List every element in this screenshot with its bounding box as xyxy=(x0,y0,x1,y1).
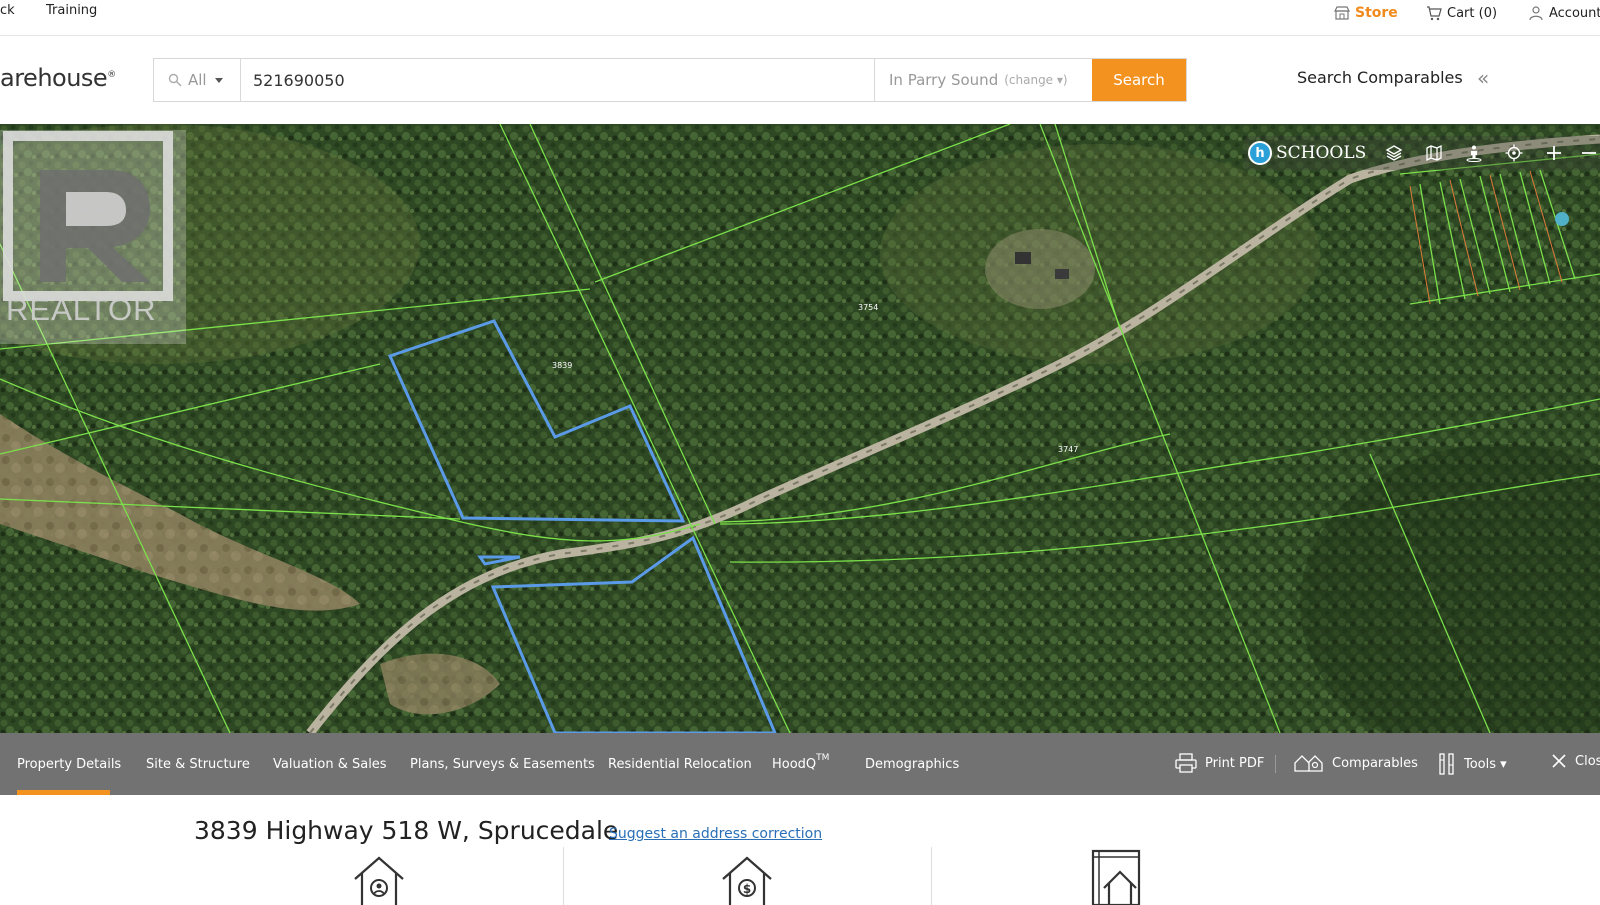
search-button[interactable]: Search xyxy=(1092,59,1186,101)
site-plan-icon[interactable] xyxy=(1090,848,1142,905)
tab-site-structure[interactable]: Site & Structure xyxy=(146,757,250,772)
cart-label: Cart (0) xyxy=(1447,5,1498,21)
house-owner-icon[interactable] xyxy=(352,855,406,905)
clearing-area xyxy=(880,144,1320,364)
house-value-icon[interactable]: $ xyxy=(720,855,774,905)
cart-link[interactable]: Cart (0) xyxy=(1426,5,1497,21)
layers-button[interactable] xyxy=(1374,136,1414,170)
svg-text:$: $ xyxy=(743,882,751,896)
location-selector[interactable]: In Parry Sound (change ▾) xyxy=(874,59,1092,101)
collapse-panel-icon[interactable]: « xyxy=(1477,66,1489,90)
basemap-button[interactable] xyxy=(1414,136,1454,170)
property-tab-bar: Property Details Site & Structure Valuat… xyxy=(0,733,1600,795)
user-icon xyxy=(1529,6,1543,21)
close-button[interactable]: Clos xyxy=(1551,753,1600,769)
tab-residential-relocation[interactable]: Residential Relocation xyxy=(608,757,752,772)
change-location-link[interactable]: (change ▾) xyxy=(1004,73,1067,87)
print-pdf-button[interactable]: Print PDF xyxy=(1175,753,1264,773)
tools-label: Tools ▾ xyxy=(1464,756,1507,772)
geowarehouse-logo[interactable]: arehouse® xyxy=(0,64,116,92)
store-link[interactable]: Store xyxy=(1334,5,1398,21)
tab-valuation-sales[interactable]: Valuation & Sales xyxy=(273,757,387,772)
map-canvas[interactable]: 3839 3754 3747 xyxy=(0,124,1600,733)
account-label: Account xyxy=(1549,5,1600,21)
location-label: In Parry Sound xyxy=(889,71,999,89)
zoom-out-icon xyxy=(1582,152,1597,154)
comparables-label: Comparables xyxy=(1332,755,1418,771)
zoom-in-button[interactable] xyxy=(1534,136,1574,170)
locate-button[interactable] xyxy=(1494,136,1534,170)
search-scope-dropdown[interactable]: All xyxy=(154,59,241,101)
tab-plans-surveys-easements[interactable]: Plans, Surveys & Easements xyxy=(410,757,595,772)
toolbar-divider xyxy=(1275,755,1276,773)
tab-hoodq-label: HoodQ xyxy=(772,757,817,772)
print-pdf-label: Print PDF xyxy=(1205,755,1265,771)
search-box: All In Parry Sound (change ▾) Search xyxy=(153,58,1187,102)
lot-number-label: 3754 xyxy=(858,303,878,312)
shed-structure xyxy=(1055,269,1069,279)
search-input[interactable] xyxy=(241,59,874,101)
property-address: 3839 Highway 518 W, Sprucedale xyxy=(194,816,619,845)
store-icon xyxy=(1334,6,1350,20)
close-label: Clos xyxy=(1575,753,1600,769)
store-label: Store xyxy=(1355,5,1398,21)
printer-icon xyxy=(1175,753,1197,773)
schools-toggle[interactable]: h SCHOOLS xyxy=(1244,136,1374,170)
app-root: ck Training Store Cart (0) Account areho… xyxy=(0,0,1600,905)
street-view-button[interactable] xyxy=(1454,136,1494,170)
tab-property-details[interactable]: Property Details xyxy=(17,757,121,772)
tab-hoodq[interactable]: HoodQTM xyxy=(772,753,829,772)
logo-trademark: ® xyxy=(107,70,116,80)
chevron-down-icon xyxy=(214,77,223,83)
comparables-button[interactable]: Comparables xyxy=(1294,753,1418,773)
trademark-mark: TM xyxy=(816,753,830,763)
lot-number-label: 3747 xyxy=(1058,445,1078,454)
schools-label: SCHOOLS xyxy=(1276,143,1367,163)
hoodq-badge-icon: h xyxy=(1248,141,1272,165)
tab-demographics[interactable]: Demographics xyxy=(865,757,959,772)
cart-icon xyxy=(1427,6,1442,21)
search-icon xyxy=(168,73,182,87)
realtor-watermark-text: REALTOR xyxy=(6,292,157,327)
locate-icon xyxy=(1505,144,1523,162)
street-view-icon xyxy=(1466,145,1482,162)
house-structure xyxy=(1015,252,1031,264)
property-details-panel: 3839 Highway 518 W, Sprucedale Suggest a… xyxy=(0,795,1600,905)
tools-dropdown[interactable]: Tools ▾ xyxy=(1438,753,1507,775)
map-controls: h SCHOOLS xyxy=(1244,136,1600,170)
search-scope-value: All xyxy=(188,71,207,89)
zoom-out-button[interactable] xyxy=(1574,136,1600,170)
section-divider xyxy=(563,847,564,905)
top-nav: ck Training Store Cart (0) Account xyxy=(0,0,1600,36)
zoom-in-icon xyxy=(1547,146,1562,160)
lot-number-label: 3839 xyxy=(552,361,572,370)
comparables-icon xyxy=(1294,755,1323,772)
map-icon xyxy=(1426,144,1442,162)
house-clearing xyxy=(985,229,1095,309)
nav-link-partial[interactable]: ck xyxy=(0,3,15,18)
nav-link-training[interactable]: Training xyxy=(46,3,97,18)
tools-icon xyxy=(1439,753,1454,775)
account-link[interactable]: Account xyxy=(1528,5,1600,21)
suggest-address-correction-link[interactable]: Suggest an address correction xyxy=(609,826,822,842)
pool xyxy=(1555,212,1569,226)
section-divider xyxy=(931,847,932,905)
close-icon xyxy=(1552,754,1566,768)
search-comparables-link[interactable]: Search Comparables xyxy=(1297,68,1463,87)
aerial-map[interactable]: 3839 3754 3747 REALTOR h SCHOOLS xyxy=(0,124,1600,733)
layers-icon xyxy=(1385,145,1403,161)
logo-text: arehouse xyxy=(0,64,108,92)
